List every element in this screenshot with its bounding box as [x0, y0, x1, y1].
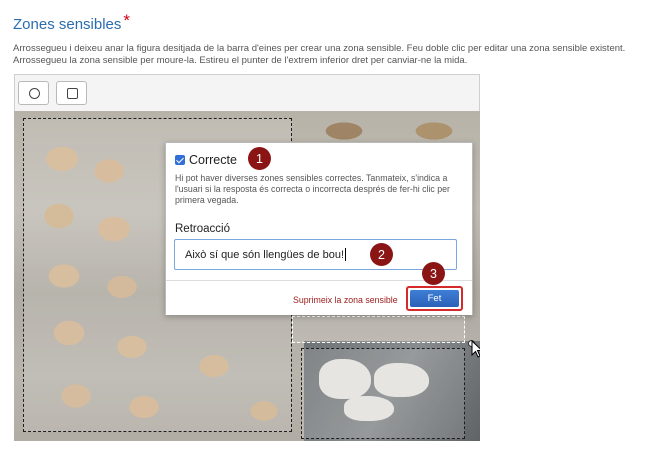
done-button-label: Fet — [410, 290, 459, 307]
text-caret — [345, 248, 347, 261]
correct-checkbox[interactable] — [175, 155, 185, 165]
shape-toolbar — [14, 74, 480, 111]
required-asterisk: * — [123, 11, 131, 30]
callout-badge-3: 3 — [422, 262, 445, 285]
section-title: Zones sensibles — [13, 16, 122, 33]
feedback-value: Això sí que són llengües de bou! — [185, 248, 345, 261]
feedback-input[interactable]: Això sí que són llengües de bou! — [174, 239, 457, 270]
correct-row[interactable]: Correcte — [175, 153, 237, 167]
hotspot-zone-active[interactable] — [292, 316, 465, 343]
section-heading: Zones sensibles * — [13, 11, 131, 34]
callout-badge-1: 1 — [248, 147, 271, 170]
help-text: Arrossegueu i deixeu anar la figura desi… — [13, 43, 626, 66]
done-button[interactable]: Fet — [406, 286, 463, 311]
feedback-label: Retroacció — [175, 223, 230, 235]
correct-label: Correcte — [189, 153, 237, 167]
callout-badge-2: 2 — [370, 243, 393, 266]
hotspot-zone-bottom[interactable] — [301, 348, 465, 439]
mouse-pointer-icon — [471, 340, 480, 358]
correct-help-text: Hi pot haver diverses zones sensibles co… — [175, 173, 450, 205]
hotspot-edit-popup: Correcte Hi pot haver diverses zones sen… — [165, 142, 473, 315]
delete-hotspot-link[interactable]: Suprimeix la zona sensible — [293, 295, 398, 305]
circle-tool-button[interactable] — [18, 81, 49, 105]
popup-footer: Suprimeix la zona sensible Fet — [166, 280, 472, 315]
rectangle-tool-button[interactable] — [56, 81, 87, 105]
